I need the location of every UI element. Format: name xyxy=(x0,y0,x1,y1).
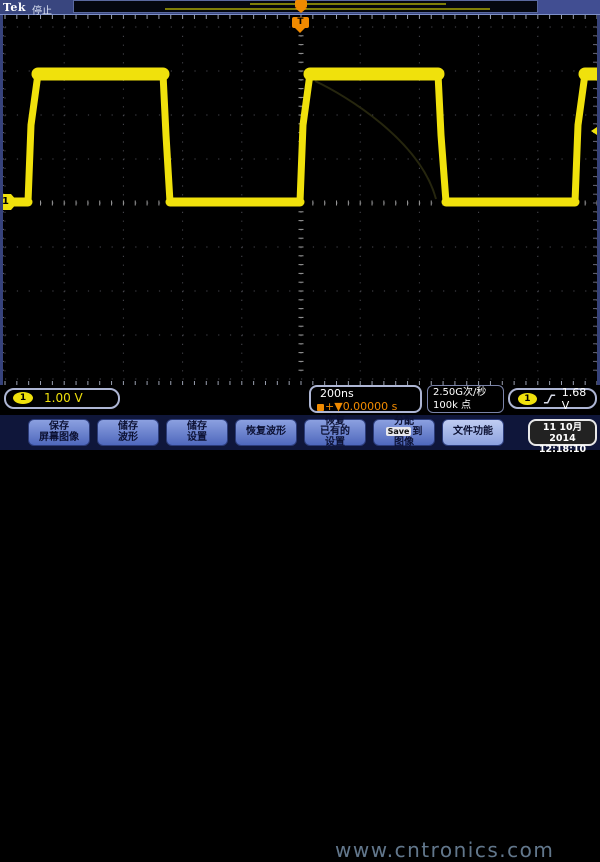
softkey-assign-save-to[interactable]: 分配 Save 到图像 xyxy=(373,415,435,448)
watermark: www.cntronics.com xyxy=(335,838,555,862)
softkey-label-line: 储存 xyxy=(187,421,207,432)
record-preview-trace xyxy=(165,8,490,10)
trigger-point-flag-icon: T xyxy=(292,17,309,35)
date-value: 11 10月2014 xyxy=(542,422,583,444)
rising-edge-icon xyxy=(543,394,555,403)
softkey-label-line: 储存 xyxy=(118,421,138,432)
trigger-position-marker-icon[interactable] xyxy=(295,0,307,13)
left-bezel-strip xyxy=(0,15,3,415)
softkey-recall-setup[interactable]: 恢复 已有的 设置 xyxy=(304,416,366,448)
delay-value: 0.00000 s xyxy=(342,400,398,413)
softkey-label-line: 设置 xyxy=(325,436,345,448)
ch1-trace xyxy=(0,70,600,206)
datetime-box: 11 10月2014 12:18:10 xyxy=(528,419,597,455)
softkey-label-line: 设置 xyxy=(187,431,207,443)
trigger-delay-readout: +▼0.00000 s xyxy=(317,400,397,413)
horizontal-readout[interactable]: 200ns +▼0.00000 s xyxy=(309,385,422,413)
timebase-scale-value: 200ns xyxy=(320,387,354,400)
trigger-source-badge: 1 xyxy=(518,392,537,405)
softkey-menu-bar: www.cntronics.com 11 10月2014 12:18:10 保存… xyxy=(0,415,600,862)
softkey-save-setup[interactable]: 储存 设置 xyxy=(166,419,228,446)
record-length-value: 100k 点 xyxy=(433,400,472,411)
trigger-delay-icon xyxy=(317,403,324,411)
record-preview-trace xyxy=(250,3,446,5)
softkey-label-line: 屏幕图像 xyxy=(39,431,79,443)
softkey-label-line: 分配 xyxy=(394,415,414,427)
delay-prefix: +▼ xyxy=(325,400,343,413)
softkey-label-line: 恢复波形 xyxy=(246,426,286,438)
softkey-label-line: 文件功能 xyxy=(453,426,493,438)
sample-rate-value: 2.50G次/秒 xyxy=(433,387,487,398)
channel1-scale-value: 1.00 V xyxy=(44,391,83,405)
graticule-svg xyxy=(0,15,600,385)
topbar-right-panel xyxy=(538,0,600,14)
tek-logo: Tek xyxy=(3,1,27,14)
softkey-label-line: 波形 xyxy=(118,431,138,443)
softkey-recall-waveform[interactable]: 恢复波形 xyxy=(235,419,297,446)
softkey-save-waveform[interactable]: 储存 波形 xyxy=(97,419,159,446)
softkey-file-utilities[interactable]: 文件功能 xyxy=(442,419,504,446)
softkey-label-line: 图像 xyxy=(394,437,414,448)
channel1-badge: 1 xyxy=(13,392,33,404)
save-key-chip: Save xyxy=(385,427,412,436)
trigger-readout[interactable]: 1 1.68 V xyxy=(508,385,597,412)
softkey-save-screen-image[interactable]: 保存 屏幕图像 xyxy=(28,419,90,446)
softkey-label-line: 保存 xyxy=(49,421,69,432)
acquisition-status: 停止 xyxy=(32,6,52,17)
top-status-bar: Tek 停止 xyxy=(0,0,600,17)
trigger-level-value: 1.68 V xyxy=(561,385,587,412)
waveform-display: T 1 xyxy=(0,15,600,385)
channel1-scale-readout[interactable]: 1 1.00 V xyxy=(4,388,120,409)
readout-bar: 1 1.00 V 200ns +▼0.00000 s 2.50G次/秒 100k… xyxy=(0,385,600,415)
acquisition-readout: 2.50G次/秒 100k 点 xyxy=(427,385,504,413)
